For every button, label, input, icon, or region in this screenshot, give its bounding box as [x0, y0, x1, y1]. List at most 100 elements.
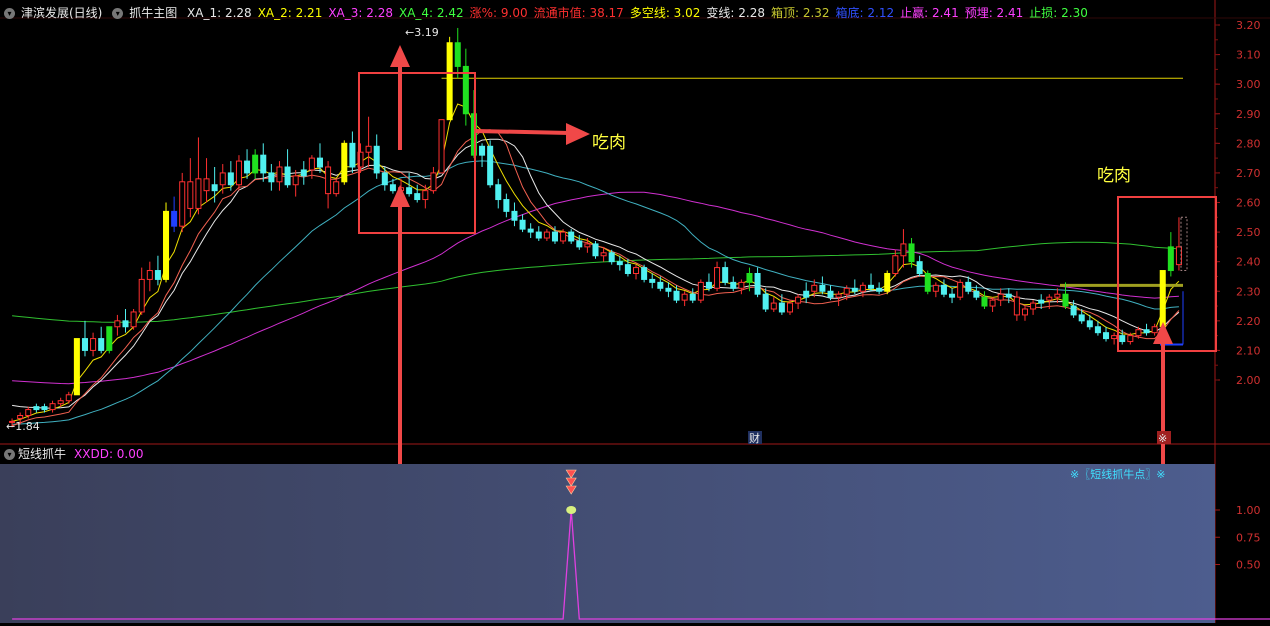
candle-body: [1143, 329, 1150, 334]
candle-body: [940, 284, 947, 295]
candle-body: [746, 273, 753, 283]
candle-body: [503, 199, 510, 212]
candle-body: [1103, 332, 1110, 340]
candle-body: [268, 172, 275, 183]
y-tick-label: 2.50: [1236, 226, 1261, 239]
candle-body: [738, 281, 745, 289]
stock-chart[interactable]: 3.20 3.10 3.00 2.90 2.80 2.70 2.60 2.50 2.40 2.30…: [0, 0, 1270, 623]
candle-body: [276, 166, 283, 183]
label-eat-left: 吃肉: [592, 133, 626, 153]
sub-panel-background: [0, 464, 1215, 623]
candle-body: [1127, 335, 1134, 343]
candle-body: [641, 267, 648, 280]
sub-panel-header: ▾ 短线抓牛 XXDD: 0.00: [0, 445, 144, 463]
ma-cyan-line: [12, 160, 1179, 425]
candle-body: [681, 293, 688, 301]
candle-body: [786, 302, 793, 313]
candle-body: [932, 284, 939, 292]
candle-body: [487, 145, 494, 186]
candle-body: [154, 270, 161, 280]
candle-body: [511, 210, 518, 221]
candle-body: [1119, 335, 1126, 343]
sub-y-tick-label: 1.00: [1236, 504, 1261, 517]
arrow-right-head: [566, 123, 590, 145]
candle-body: [551, 231, 558, 242]
candle-body: [924, 273, 931, 292]
max-price-label: ←3.19: [405, 26, 439, 39]
candle-body: [1013, 296, 1020, 316]
candle-body: [900, 243, 907, 257]
arrow-up-left-high-head: [390, 45, 410, 67]
header-indicator-1: XA_2: 2.21: [257, 6, 323, 20]
candle-body: [211, 184, 218, 192]
candle-body: [754, 273, 761, 295]
candle-body: [851, 287, 858, 292]
header-indicator-7: 变线: 2.28: [706, 6, 765, 20]
chart-stage: 3.20 3.10 3.00 2.90 2.80 2.70 2.60 2.50 2.40 2.30…: [0, 0, 1270, 623]
candle-body: [965, 281, 972, 292]
label-eat-right: 吃肉: [1097, 166, 1131, 186]
y-tick-label: 2.60: [1236, 197, 1261, 210]
candle-body: [973, 290, 980, 298]
candle-body: [163, 210, 170, 280]
candle-body: [130, 311, 137, 328]
candle-body: [98, 338, 105, 351]
candle-body: [1167, 246, 1174, 272]
candle-body: [568, 231, 575, 242]
candle-body: [300, 169, 307, 177]
candle-body: [689, 293, 696, 301]
signal-dot-icon: [566, 506, 577, 514]
candle-body: [81, 338, 88, 351]
signal-label: ※〖短线抓牛点〗※: [1070, 467, 1165, 481]
candle-body: [325, 166, 332, 195]
candle-body: [227, 172, 234, 186]
candle-body: [1078, 314, 1085, 322]
candle-body: [333, 181, 340, 195]
candle-body: [600, 252, 607, 257]
candle-body: [705, 281, 712, 289]
y-tick-label: 3.00: [1236, 78, 1261, 91]
candle-body: [908, 243, 915, 263]
candle-body: [438, 119, 445, 174]
header-indicator-5: 流通市值: 38.17: [533, 6, 624, 20]
candle-body: [981, 296, 988, 307]
candle-body: [697, 281, 704, 301]
y-tick-label: 2.00: [1236, 374, 1261, 387]
candle-body: [535, 231, 542, 239]
candle-body: [722, 267, 729, 283]
collapse-icon-2[interactable]: ▾: [112, 8, 124, 19]
candle-body: [859, 284, 866, 292]
candle-body: [341, 142, 348, 183]
collapse-icon[interactable]: ▾: [4, 8, 15, 19]
ma-red-line: [11, 129, 1180, 427]
x-marker: ※: [1158, 432, 1167, 445]
sub-y-tick-label: 0.50: [1236, 559, 1261, 572]
candle-body: [49, 403, 56, 411]
candle-body: [843, 287, 850, 295]
candle-body: [657, 281, 664, 289]
header-indicator-10: 止赢: 2.41: [900, 6, 959, 20]
y-tick-label: 2.80: [1236, 137, 1261, 150]
candle-body: [90, 338, 97, 351]
candle-body: [454, 42, 461, 67]
candle-body: [527, 228, 534, 233]
candle-body: [576, 240, 583, 248]
header-indicator-9: 箱底: 2.12: [835, 6, 895, 20]
candle-body: [146, 270, 153, 280]
collapse-sub-icon[interactable]: ▾: [4, 449, 15, 460]
candle-body: [292, 175, 299, 186]
y-tick-label: 2.20: [1236, 315, 1261, 328]
candle-body: [33, 406, 40, 411]
candle-body: [479, 145, 486, 156]
candle-body: [778, 302, 785, 313]
candle-body: [827, 290, 834, 298]
candle-body: [560, 231, 567, 242]
candle-body: [1046, 296, 1053, 301]
candle-body: [1062, 293, 1069, 307]
candle-body: [422, 190, 429, 201]
arrow-right-shaft: [475, 129, 571, 135]
main-chart-header: ▾ 津滨发展(日线) ▾ 抓牛主图 XA_1: 2.28 XA_2: 2.21 XA_3…: [0, 4, 1100, 24]
candle-body: [414, 193, 421, 201]
candle-body: [1030, 302, 1037, 310]
candle-body: [114, 320, 121, 328]
